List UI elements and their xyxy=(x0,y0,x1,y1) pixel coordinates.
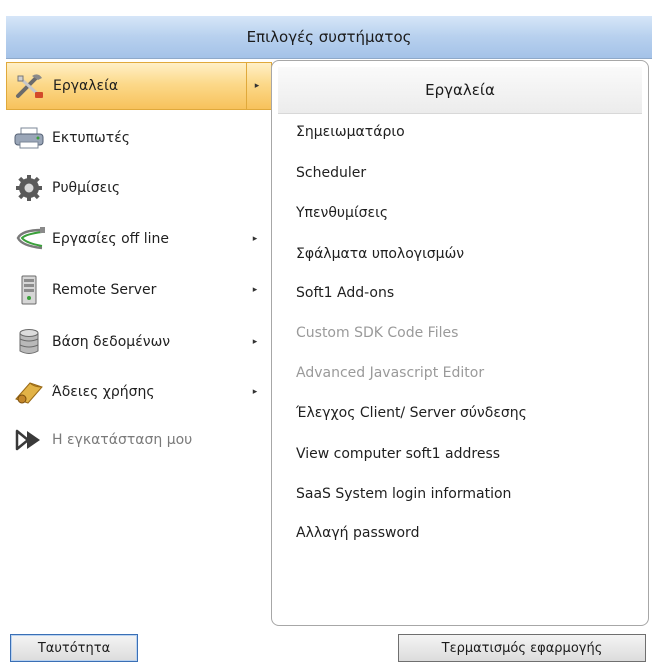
menu-item-label: Custom SDK Code Files xyxy=(296,325,459,341)
menu-item-scheduler[interactable]: Scheduler xyxy=(296,153,636,193)
sidebar-item-label: Άδειες χρήσης xyxy=(52,384,155,400)
menu-item-view-soft1-address[interactable]: View computer soft1 address xyxy=(296,434,636,474)
sidebar-item-licenses[interactable]: Άδειες χρήσης ▸ xyxy=(6,368,272,416)
menu-item-label: Soft1 Add-ons xyxy=(296,285,395,301)
menu-item-saas-login-info[interactable]: SaaS System login information xyxy=(296,474,636,514)
panel-title: Εργαλεία xyxy=(278,67,642,114)
panel-title-text: Εργαλεία xyxy=(425,81,495,99)
menu-item-label: Σφάλματα υπολογισμών xyxy=(296,246,465,262)
window-title-bar: Επιλογές συστήματος xyxy=(6,16,652,59)
menu-item-notepad[interactable]: Σημειωματάριο xyxy=(296,112,636,152)
menu-item-label: Advanced Javascript Editor xyxy=(296,365,485,381)
sidebar-item-database[interactable]: Βάση δεδομένων ▸ xyxy=(6,318,272,366)
footer-bar: Ταυτότητα Τερματισμός εφαρμογής xyxy=(6,634,652,664)
sidebar-item-remote-server[interactable]: Remote Server ▸ xyxy=(6,266,272,314)
menu-item-calculation-errors[interactable]: Σφάλματα υπολογισμών xyxy=(296,234,636,274)
submenu-arrow-icon: ▸ xyxy=(252,337,258,347)
menu-item-reminders[interactable]: Υπενθυμίσεις xyxy=(296,193,636,233)
menu-item-custom-sdk-code-files: Custom SDK Code Files xyxy=(296,313,636,353)
submenu-arrow-icon: ▸ xyxy=(252,234,258,244)
identity-button[interactable]: Ταυτότητα xyxy=(10,634,138,662)
database-icon xyxy=(12,328,46,356)
submenu-arrow-icon: ▸ xyxy=(252,387,258,397)
menu-item-label: Έλεγχος Client/ Server σύνδεσης xyxy=(296,405,527,421)
sidebar-item-offline-tasks[interactable]: Εργασίες off line ▸ xyxy=(6,215,272,263)
cable-icon xyxy=(12,225,46,253)
menu-item-advanced-javascript-editor: Advanced Javascript Editor xyxy=(296,353,636,393)
menu-item-label: View computer soft1 address xyxy=(296,446,501,462)
sidebar-item-my-installation[interactable]: Η εγκατάσταση μου xyxy=(6,416,272,464)
menu-item-label: SaaS System login information xyxy=(296,486,512,502)
exit-application-button[interactable]: Τερματισμός εφαρμογής xyxy=(398,634,646,662)
forward-icon xyxy=(12,426,46,454)
sidebar-item-label: Εργασίες off line xyxy=(52,231,170,247)
tools-icon xyxy=(13,72,47,100)
menu-item-label: Σημειωματάριο xyxy=(296,124,405,140)
menu-item-label: Υπενθυμίσεις xyxy=(296,205,389,221)
window-title: Επιλογές συστήματος xyxy=(246,28,412,46)
sidebar-item-settings[interactable]: Ρυθμίσεις xyxy=(6,164,272,212)
submenu-arrow-icon: ▸ xyxy=(252,285,258,295)
system-options-window: Επιλογές συστήματος Εργαλεία ▸ Εκτυπωτές… xyxy=(0,0,656,666)
tools-panel: Εργαλεία Σημειωματάριο Scheduler Υπενθυμ… xyxy=(271,60,649,626)
menu-item-label: Scheduler xyxy=(296,165,367,181)
sidebar-item-printers[interactable]: Εκτυπωτές xyxy=(6,114,272,162)
sidebar-item-label: Remote Server xyxy=(52,282,157,298)
menu-item-soft1-addons[interactable]: Soft1 Add-ons xyxy=(296,273,636,313)
menu-item-label: Αλλαγή password xyxy=(296,525,420,541)
sidebar-item-label: Ρυθμίσεις xyxy=(52,180,121,196)
sidebar-item-label: Βάση δεδομένων xyxy=(52,334,171,350)
sidebar-item-tools[interactable]: Εργαλεία ▸ xyxy=(6,62,272,110)
sidebar-item-label: Εκτυπωτές xyxy=(52,130,130,146)
submenu-arrow-icon: ▸ xyxy=(246,63,267,109)
sidebar-item-label: Η εγκατάσταση μου xyxy=(52,432,193,448)
menu-item-client-server-check[interactable]: Έλεγχος Client/ Server σύνδεσης xyxy=(296,393,636,433)
license-icon xyxy=(12,378,46,406)
printer-icon xyxy=(12,124,46,152)
sidebar-item-label: Εργαλεία xyxy=(53,78,119,94)
gear-icon xyxy=(12,174,46,202)
server-icon xyxy=(12,275,46,305)
menu-item-change-password[interactable]: Αλλαγή password xyxy=(296,513,636,553)
sidebar: Εργαλεία ▸ Εκτυπωτές Ρυθμίσεις Εργασίες … xyxy=(6,60,272,620)
